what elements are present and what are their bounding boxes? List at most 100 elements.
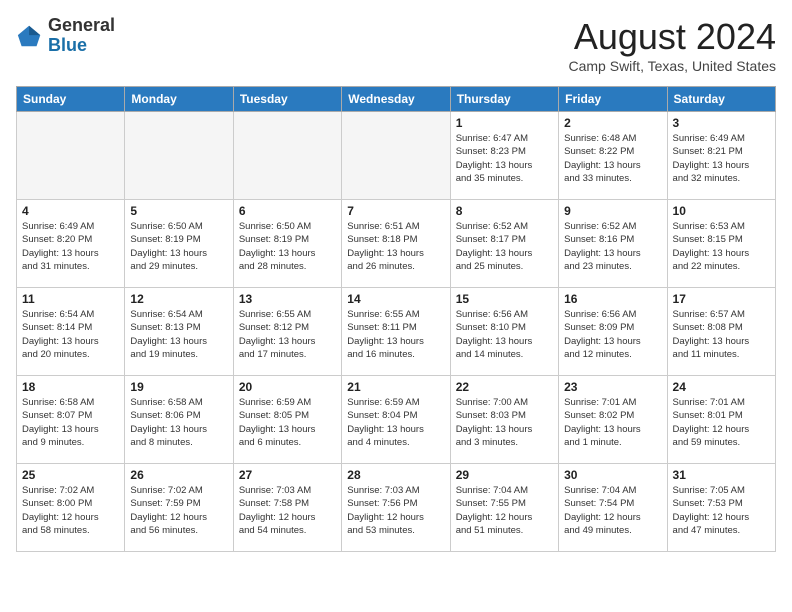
calendar-day: 18 Sunrise: 6:58 AM Sunset: 8:07 PM Dayli… (17, 376, 125, 464)
calendar-day: 10 Sunrise: 6:53 AM Sunset: 8:15 PM Dayli… (667, 200, 775, 288)
day-number: 24 (673, 380, 770, 394)
calendar-week-1: 1Sunrise: 6:47 AM Sunset: 8:23 PM Daylig… (17, 112, 776, 200)
weekday-header-sunday: Sunday (17, 87, 125, 112)
calendar-day: 21 Sunrise: 6:59 AM Sunset: 8:04 PM Dayli… (342, 376, 450, 464)
calendar-day: 12 Sunrise: 6:54 AM Sunset: 8:13 PM Dayli… (125, 288, 233, 376)
day-info: Sunrise: 6:58 AM Sunset: 8:06 PM Dayligh… (130, 396, 227, 449)
day-info: Sunrise: 6:52 AM Sunset: 8:16 PM Dayligh… (564, 220, 661, 273)
calendar-day: 9 Sunrise: 6:52 AM Sunset: 8:16 PM Daylig… (559, 200, 667, 288)
day-number: 26 (130, 468, 227, 482)
day-info: Sunrise: 7:04 AM Sunset: 7:55 PM Dayligh… (456, 484, 553, 537)
day-number: 21 (347, 380, 444, 394)
day-number: 23 (564, 380, 661, 394)
day-number: 7 (347, 204, 444, 218)
day-number: 4 (22, 204, 119, 218)
calendar-day: 3 Sunrise: 6:49 AM Sunset: 8:21 PM Daylig… (667, 112, 775, 200)
day-info: Sunrise: 6:58 AM Sunset: 8:07 PM Dayligh… (22, 396, 119, 449)
calendar-day: 6 Sunrise: 6:50 AM Sunset: 8:19 PM Daylig… (233, 200, 341, 288)
calendar-day: 15 Sunrise: 6:56 AM Sunset: 8:10 PM Dayli… (450, 288, 558, 376)
day-number: 15 (456, 292, 553, 306)
calendar-day (125, 112, 233, 200)
day-info: Sunrise: 6:54 AM Sunset: 8:13 PM Dayligh… (130, 308, 227, 361)
logo-general: General (48, 15, 115, 35)
day-number: 11 (22, 292, 119, 306)
calendar-day: 1Sunrise: 6:47 AM Sunset: 8:23 PM Daylig… (450, 112, 558, 200)
calendar-day (342, 112, 450, 200)
calendar-week-5: 25 Sunrise: 7:02 AM Sunset: 8:00 PM Dayli… (17, 464, 776, 552)
day-info: Sunrise: 7:02 AM Sunset: 8:00 PM Dayligh… (22, 484, 119, 537)
day-info: Sunrise: 6:49 AM Sunset: 8:20 PM Dayligh… (22, 220, 119, 273)
day-info: Sunrise: 6:56 AM Sunset: 8:10 PM Dayligh… (456, 308, 553, 361)
day-number: 17 (673, 292, 770, 306)
calendar-day: 31Sunrise: 7:05 AM Sunset: 7:53 PM Dayli… (667, 464, 775, 552)
day-number: 27 (239, 468, 336, 482)
day-number: 20 (239, 380, 336, 394)
day-info: Sunrise: 7:02 AM Sunset: 7:59 PM Dayligh… (130, 484, 227, 537)
logo-blue: Blue (48, 35, 87, 55)
day-info: Sunrise: 6:49 AM Sunset: 8:21 PM Dayligh… (673, 132, 770, 185)
day-number: 2 (564, 116, 661, 130)
calendar-day: 22 Sunrise: 7:00 AM Sunset: 8:03 PM Dayli… (450, 376, 558, 464)
day-number: 6 (239, 204, 336, 218)
day-number: 1 (456, 116, 553, 130)
calendar-day: 11 Sunrise: 6:54 AM Sunset: 8:14 PM Dayli… (17, 288, 125, 376)
month-title: August 2024 (569, 16, 777, 58)
day-info: Sunrise: 6:52 AM Sunset: 8:17 PM Dayligh… (456, 220, 553, 273)
weekday-header-row: SundayMondayTuesdayWednesdayThursdayFrid… (17, 87, 776, 112)
calendar-day: 8Sunrise: 6:52 AM Sunset: 8:17 PM Daylig… (450, 200, 558, 288)
day-info: Sunrise: 7:01 AM Sunset: 8:01 PM Dayligh… (673, 396, 770, 449)
location: Camp Swift, Texas, United States (569, 58, 777, 74)
title-block: August 2024 Camp Swift, Texas, United St… (569, 16, 777, 74)
calendar-day: 27 Sunrise: 7:03 AM Sunset: 7:58 PM Dayli… (233, 464, 341, 552)
weekday-header-thursday: Thursday (450, 87, 558, 112)
calendar-day (17, 112, 125, 200)
logo: General Blue (16, 16, 115, 56)
day-info: Sunrise: 6:54 AM Sunset: 8:14 PM Dayligh… (22, 308, 119, 361)
day-number: 9 (564, 204, 661, 218)
day-number: 19 (130, 380, 227, 394)
calendar-day: 30Sunrise: 7:04 AM Sunset: 7:54 PM Dayli… (559, 464, 667, 552)
logo-icon (16, 22, 44, 50)
weekday-header-friday: Friday (559, 87, 667, 112)
calendar-day: 25 Sunrise: 7:02 AM Sunset: 8:00 PM Dayli… (17, 464, 125, 552)
day-info: Sunrise: 7:05 AM Sunset: 7:53 PM Dayligh… (673, 484, 770, 537)
day-info: Sunrise: 7:00 AM Sunset: 8:03 PM Dayligh… (456, 396, 553, 449)
calendar-week-3: 11 Sunrise: 6:54 AM Sunset: 8:14 PM Dayli… (17, 288, 776, 376)
calendar-week-4: 18 Sunrise: 6:58 AM Sunset: 8:07 PM Dayli… (17, 376, 776, 464)
calendar-table: SundayMondayTuesdayWednesdayThursdayFrid… (16, 86, 776, 552)
calendar-day: 29Sunrise: 7:04 AM Sunset: 7:55 PM Dayli… (450, 464, 558, 552)
day-info: Sunrise: 6:50 AM Sunset: 8:19 PM Dayligh… (130, 220, 227, 273)
day-number: 12 (130, 292, 227, 306)
day-info: Sunrise: 7:03 AM Sunset: 7:58 PM Dayligh… (239, 484, 336, 537)
calendar-day: 20 Sunrise: 6:59 AM Sunset: 8:05 PM Dayli… (233, 376, 341, 464)
day-info: Sunrise: 6:55 AM Sunset: 8:12 PM Dayligh… (239, 308, 336, 361)
calendar-day: 24 Sunrise: 7:01 AM Sunset: 8:01 PM Dayli… (667, 376, 775, 464)
day-info: Sunrise: 6:53 AM Sunset: 8:15 PM Dayligh… (673, 220, 770, 273)
calendar-week-2: 4 Sunrise: 6:49 AM Sunset: 8:20 PM Daylig… (17, 200, 776, 288)
weekday-header-wednesday: Wednesday (342, 87, 450, 112)
day-number: 16 (564, 292, 661, 306)
calendar-day (233, 112, 341, 200)
day-info: Sunrise: 6:48 AM Sunset: 8:22 PM Dayligh… (564, 132, 661, 185)
calendar-day: 28Sunrise: 7:03 AM Sunset: 7:56 PM Dayli… (342, 464, 450, 552)
day-info: Sunrise: 6:55 AM Sunset: 8:11 PM Dayligh… (347, 308, 444, 361)
day-number: 25 (22, 468, 119, 482)
day-info: Sunrise: 6:59 AM Sunset: 8:04 PM Dayligh… (347, 396, 444, 449)
calendar-day: 5 Sunrise: 6:50 AM Sunset: 8:19 PM Daylig… (125, 200, 233, 288)
day-info: Sunrise: 6:51 AM Sunset: 8:18 PM Dayligh… (347, 220, 444, 273)
weekday-header-monday: Monday (125, 87, 233, 112)
day-number: 18 (22, 380, 119, 394)
day-info: Sunrise: 7:01 AM Sunset: 8:02 PM Dayligh… (564, 396, 661, 449)
day-number: 5 (130, 204, 227, 218)
day-info: Sunrise: 6:50 AM Sunset: 8:19 PM Dayligh… (239, 220, 336, 273)
weekday-header-tuesday: Tuesday (233, 87, 341, 112)
calendar-day: 19 Sunrise: 6:58 AM Sunset: 8:06 PM Dayli… (125, 376, 233, 464)
day-info: Sunrise: 7:03 AM Sunset: 7:56 PM Dayligh… (347, 484, 444, 537)
calendar-day: 16Sunrise: 6:56 AM Sunset: 8:09 PM Dayli… (559, 288, 667, 376)
day-number: 22 (456, 380, 553, 394)
calendar-day: 26 Sunrise: 7:02 AM Sunset: 7:59 PM Dayli… (125, 464, 233, 552)
calendar-day: 2 Sunrise: 6:48 AM Sunset: 8:22 PM Daylig… (559, 112, 667, 200)
day-info: Sunrise: 6:59 AM Sunset: 8:05 PM Dayligh… (239, 396, 336, 449)
day-number: 10 (673, 204, 770, 218)
day-number: 3 (673, 116, 770, 130)
